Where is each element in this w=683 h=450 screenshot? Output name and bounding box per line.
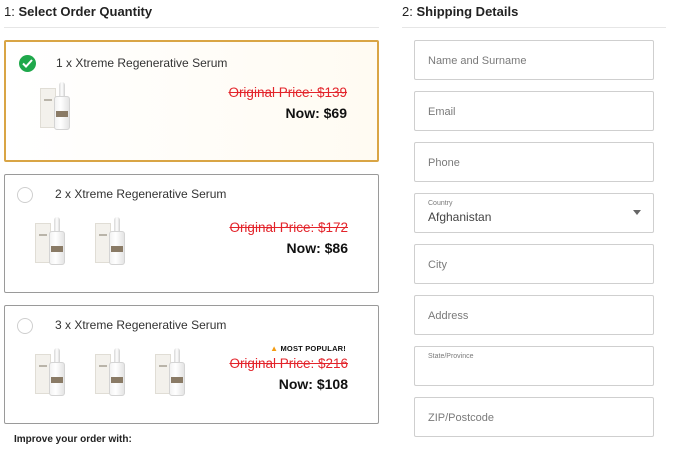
product-image bbox=[40, 82, 82, 130]
check-icon bbox=[19, 55, 36, 72]
divider bbox=[4, 27, 379, 28]
name-field[interactable]: Name and Surname bbox=[414, 40, 654, 80]
product-image bbox=[35, 217, 77, 265]
step-number: 1: bbox=[4, 4, 15, 19]
state-field[interactable]: State/Province bbox=[414, 346, 654, 386]
now-price: Now: $69 bbox=[285, 105, 347, 121]
zip-placeholder: ZIP/Postcode bbox=[428, 412, 495, 424]
fire-icon: ▲ bbox=[270, 344, 279, 353]
now-price: Now: $108 bbox=[278, 376, 348, 392]
option-radio[interactable] bbox=[17, 318, 33, 334]
original-price: Original Price: $216 bbox=[229, 356, 348, 371]
state-label: State/Province bbox=[428, 353, 474, 360]
original-price: Original Price: $172 bbox=[229, 220, 348, 235]
name-placeholder: Name and Surname bbox=[428, 55, 527, 67]
country-select[interactable]: Country Afghanistan bbox=[414, 193, 654, 233]
product-image bbox=[35, 348, 77, 396]
product-image bbox=[155, 348, 197, 396]
address-field[interactable]: Address bbox=[414, 295, 654, 335]
phone-field[interactable]: Phone bbox=[414, 142, 654, 182]
badge-text: MOST POPULAR! bbox=[280, 344, 346, 353]
divider bbox=[402, 27, 666, 28]
now-price: Now: $86 bbox=[286, 240, 348, 256]
option-title: 2 x Xtreme Regenerative Serum bbox=[55, 187, 227, 201]
option-title: 3 x Xtreme Regenerative Serum bbox=[55, 318, 227, 332]
product-image bbox=[95, 348, 137, 396]
email-placeholder: Email bbox=[428, 106, 456, 118]
step-number: 2: bbox=[402, 4, 413, 19]
heading-text: Select Order Quantity bbox=[18, 4, 153, 19]
option-radio[interactable] bbox=[17, 187, 33, 203]
option-title: 1 x Xtreme Regenerative Serum bbox=[56, 56, 228, 70]
country-label: Country bbox=[428, 200, 453, 207]
most-popular-badge: ▲ MOST POPULAR! bbox=[270, 344, 346, 353]
country-value: Afghanistan bbox=[428, 210, 492, 224]
city-field[interactable]: City bbox=[414, 244, 654, 284]
original-price: Original Price: $139 bbox=[228, 85, 347, 100]
quantity-option-1[interactable]: 1 x Xtreme Regenerative Serum Original P… bbox=[4, 40, 379, 162]
zip-field[interactable]: ZIP/Postcode bbox=[414, 397, 654, 437]
shipping-details-heading: 2: Shipping Details bbox=[402, 4, 518, 19]
address-placeholder: Address bbox=[428, 310, 469, 322]
quantity-option-3[interactable]: 3 x Xtreme Regenerative Serum ▲ MOST POP… bbox=[4, 305, 379, 424]
order-quantity-heading: 1: Select Order Quantity bbox=[4, 4, 152, 19]
email-field[interactable]: Email bbox=[414, 91, 654, 131]
quantity-option-2[interactable]: 2 x Xtreme Regenerative Serum Original P… bbox=[4, 174, 379, 293]
chevron-down-icon bbox=[633, 210, 641, 215]
heading-text: Shipping Details bbox=[416, 4, 519, 19]
improve-order-text: Improve your order with: bbox=[14, 434, 132, 445]
phone-placeholder: Phone bbox=[428, 157, 460, 169]
city-placeholder: City bbox=[428, 259, 447, 271]
product-image bbox=[95, 217, 137, 265]
